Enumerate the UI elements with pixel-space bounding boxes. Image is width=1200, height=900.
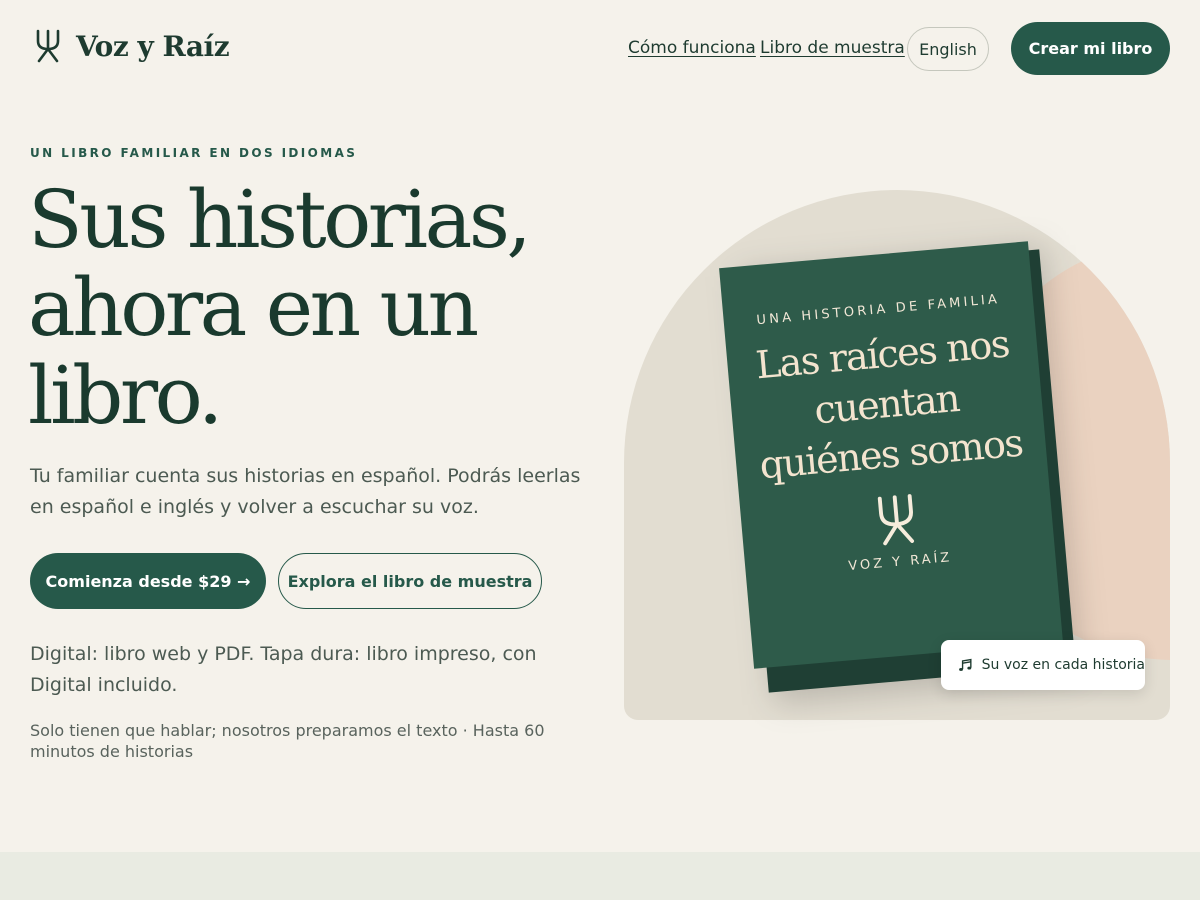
hero-headline: Sus historias, ahora en un libro.: [28, 173, 532, 442]
brand-name: Voz y Raíz: [76, 29, 230, 63]
create-book-button[interactable]: Crear mi libro: [1011, 22, 1170, 75]
voice-badge: Su voz en cada historia: [941, 640, 1145, 690]
nav-sample-book[interactable]: Libro de muestra: [760, 38, 905, 58]
music-note-icon: [959, 658, 972, 671]
tree-roots-icon: [36, 29, 60, 63]
next-section-band: [0, 852, 1200, 900]
nav-how-it-works[interactable]: Cómo funciona: [628, 38, 756, 58]
hero-footnote: Solo tienen que hablar; nosotros prepara…: [30, 721, 545, 761]
language-toggle-button[interactable]: English: [907, 27, 989, 71]
explore-sample-button[interactable]: Explora el libro de muestra: [278, 553, 542, 609]
start-from-button[interactable]: Comienza desde $29 →: [30, 553, 266, 609]
site-header: Voz y Raíz Cómo funciona Libro de muestr…: [0, 0, 1200, 96]
hero-eyebrow: UN LIBRO FAMILIAR EN DOS IDIOMAS: [30, 146, 358, 160]
brand-logo[interactable]: Voz y Raíz: [34, 28, 230, 64]
voice-badge-label: Su voz en cada historia: [981, 657, 1145, 673]
formats-description: Digital: libro web y PDF. Tapa dura: lib…: [30, 643, 537, 696]
tree-roots-icon: [877, 494, 915, 546]
book-cover: UNA HISTORIA DE FAMILIA Las raíces nos c…: [719, 241, 1063, 669]
book-brand: VOZ Y RAÍZ: [847, 550, 953, 575]
book-title: Las raíces nos cuentan quiénes somos: [753, 321, 1024, 488]
hero-lead: Tu familiar cuenta sus historias en espa…: [30, 465, 581, 518]
